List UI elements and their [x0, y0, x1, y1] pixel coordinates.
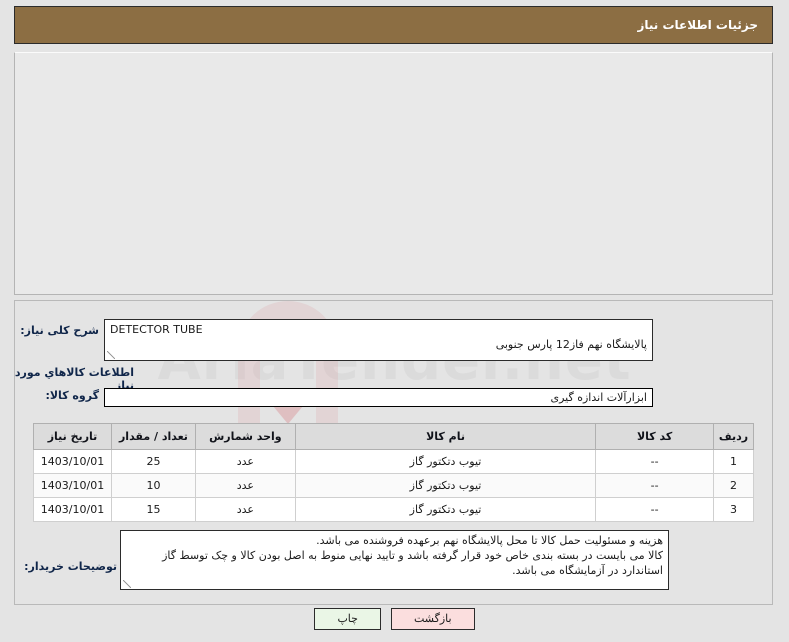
buyer-notes-line-1: هزینه و مسئولیت حمل کالا تا محل پالایشگا…	[316, 534, 663, 547]
print-button[interactable]: چاپ	[314, 608, 381, 630]
cell-date: 1403/10/01	[32, 449, 113, 474]
cell-name: تیوب دتکتور گاز	[294, 497, 597, 522]
col-qty: تعداد / مقدار	[111, 423, 196, 450]
footer-buttons: بازگشت چاپ	[0, 608, 789, 630]
col-name: نام کالا	[294, 423, 597, 450]
cell-qty: 10	[111, 473, 196, 498]
cell-name: تیوب دتکتور گاز	[294, 449, 597, 474]
cell-unit: عدد	[194, 473, 296, 498]
cell-code: --	[595, 497, 715, 522]
cell-date: 1403/10/01	[32, 497, 113, 522]
col-code: کد کالا	[595, 423, 715, 450]
cell-name: تیوب دتکتور گاز	[294, 473, 597, 498]
cell-row: 2	[713, 473, 754, 498]
cell-code: --	[595, 473, 715, 498]
summary-line-1: DETECTOR TUBE	[110, 323, 203, 336]
col-date: تاریخ نیاز	[32, 423, 113, 450]
cell-row: 1	[713, 449, 754, 474]
cell-qty: 15	[111, 497, 196, 522]
goods-group-value: ابزارآلات اندازه گیری	[104, 388, 653, 407]
cell-qty: 25	[111, 449, 196, 474]
cell-row: 3	[713, 497, 754, 522]
col-unit: واحد شمارش	[194, 423, 296, 450]
back-button[interactable]: بازگشت	[390, 608, 475, 630]
summary-textarea[interactable]: DETECTOR TUBE پالایشگاه نهم فاز12 پارس ج…	[104, 319, 653, 361]
page-title: جزئیات اطلاعات نیاز	[637, 18, 758, 32]
buyer-notes-line-2: کالا می بایست در بسته بندی خاص خود قرار …	[162, 549, 663, 577]
col-row: ردیف	[713, 423, 754, 450]
cell-unit: عدد	[194, 449, 296, 474]
goods-table: ردیف کد کالا نام کالا واحد شمارش تعداد /…	[32, 423, 754, 522]
need-info-panel	[14, 52, 773, 295]
table-row: 3 -- تیوب دتکتور گاز عدد 15 1403/10/01	[32, 497, 754, 522]
page-title-bar: جزئیات اطلاعات نیاز	[14, 6, 773, 44]
cell-unit: عدد	[194, 497, 296, 522]
page-root: AriaTender.net جزئیات اطلاعات نیاز شماره…	[0, 0, 789, 642]
table-row: 1 -- تیوب دتکتور گاز عدد 25 1403/10/01	[32, 449, 754, 474]
buyer-notes-textarea[interactable]: هزینه و مسئولیت حمل کالا تا محل پالایشگا…	[120, 530, 669, 590]
table-header-row: ردیف کد کالا نام کالا واحد شمارش تعداد /…	[32, 423, 754, 450]
cell-date: 1403/10/01	[32, 473, 113, 498]
summary-line-2: پالایشگاه نهم فاز12 پارس جنوبی	[495, 338, 647, 351]
table-row: 2 -- تیوب دتکتور گاز عدد 10 1403/10/01	[32, 473, 754, 498]
cell-code: --	[595, 449, 715, 474]
